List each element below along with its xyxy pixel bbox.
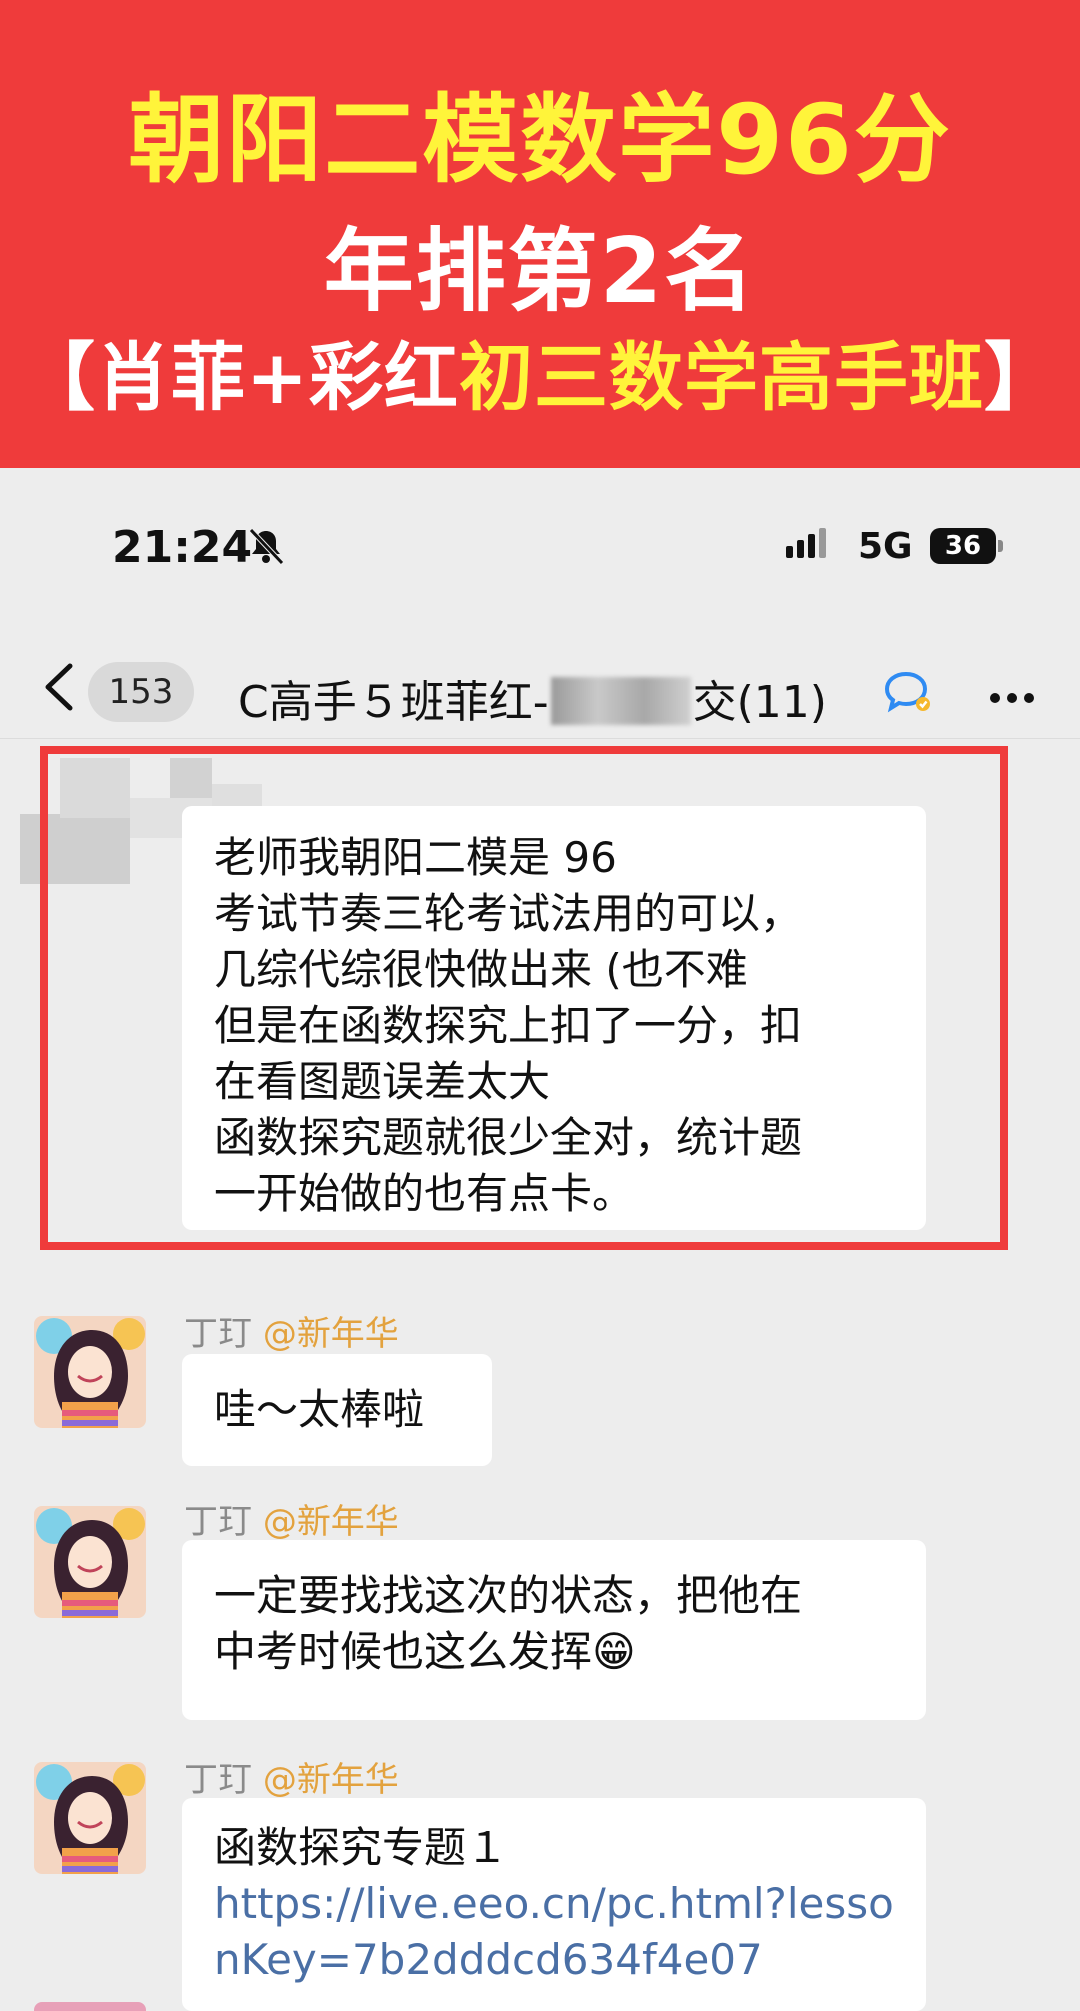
message-line: 函数探究专题１ [214, 1823, 509, 1872]
lesson-link[interactable]: nKey=7b2dddcd634f4e07 [214, 1932, 894, 1988]
status-time: 21:24 [112, 522, 253, 573]
lesson-link[interactable]: https://live.eeo.cn/pc.html?lesso [214, 1876, 894, 1932]
status-bar: 21:24 5G 36 [0, 468, 1080, 628]
avatar[interactable] [34, 1506, 146, 1618]
message-line: 中考时候也这么发挥😁 [214, 1627, 636, 1676]
banner-class-close: 】 [984, 335, 1059, 421]
avatar[interactable] [34, 1316, 146, 1428]
member-count: (11) [736, 677, 827, 728]
banner-class-title: 初三数学高手班 [459, 335, 984, 421]
banner-rank: 年排第2名 [323, 219, 757, 324]
avatar-image [34, 1506, 146, 1618]
network-type: 5G [858, 526, 913, 567]
message-bubble: 一定要找找这次的状态，把他在 中考时候也这么发挥😁 [182, 1540, 926, 1720]
message-bubble: 函数探究专题１ https://live.eeo.cn/pc.html?less… [182, 1798, 926, 2011]
chat-title[interactable]: C高手５班菲红- 交(11) [238, 666, 827, 730]
back-arrow-icon[interactable] [40, 662, 80, 712]
chat-screen: 21:24 5G 36 153 C高手５班菲红- 交(11) 老师我朝阳二模是 … [0, 468, 1080, 2011]
banner-class-teachers: 【肖菲+彩红 [20, 335, 459, 421]
mention[interactable]: @新年华 [263, 1314, 399, 1354]
bell-muted-icon [249, 528, 284, 565]
avatar[interactable] [34, 1762, 146, 1874]
blurred-text [550, 677, 691, 725]
sender-line: 丁玎 @新年华 [184, 1752, 399, 1801]
chat-header: 153 C高手５班菲红- 交(11) [0, 628, 1080, 739]
chat-title-prefix: C高手５班菲红- [238, 677, 549, 728]
sender-name: 丁玎 [184, 1502, 252, 1542]
highlight-frame [40, 746, 1008, 1250]
avatar-partial [34, 2002, 146, 2011]
sender-name: 丁玎 [184, 1314, 252, 1354]
chat-bubble-icon[interactable] [880, 668, 934, 716]
avatar-image [34, 1762, 146, 1874]
message-line: 一定要找找这次的状态，把他在 [214, 1571, 803, 1620]
battery-tip [998, 540, 1003, 552]
mention[interactable]: @新年华 [263, 1760, 399, 1800]
mention[interactable]: @新年华 [263, 1502, 399, 1542]
sender-line: 丁玎 @新年华 [184, 1494, 399, 1543]
chat-title-suffix: 交 [692, 677, 737, 728]
banner-headline: 朝阳二模数学96分 [128, 84, 952, 196]
message-bubble: 哇～太棒啦 [182, 1354, 492, 1466]
avatar-image [34, 1316, 146, 1428]
banner-class-name: 【肖菲+彩红初三数学高手班】 [0, 318, 1080, 425]
unread-badge[interactable]: 153 [88, 662, 194, 722]
battery-icon: 36 [930, 528, 996, 564]
more-icon[interactable] [990, 688, 1041, 707]
sender-name: 丁玎 [184, 1760, 252, 1800]
promo-banner: 朝阳二模数学96分 年排第2名 【肖菲+彩红初三数学高手班】 [0, 0, 1080, 468]
message-line: 哇～太棒啦 [214, 1385, 425, 1434]
sender-line: 丁玎 @新年华 [184, 1306, 399, 1355]
